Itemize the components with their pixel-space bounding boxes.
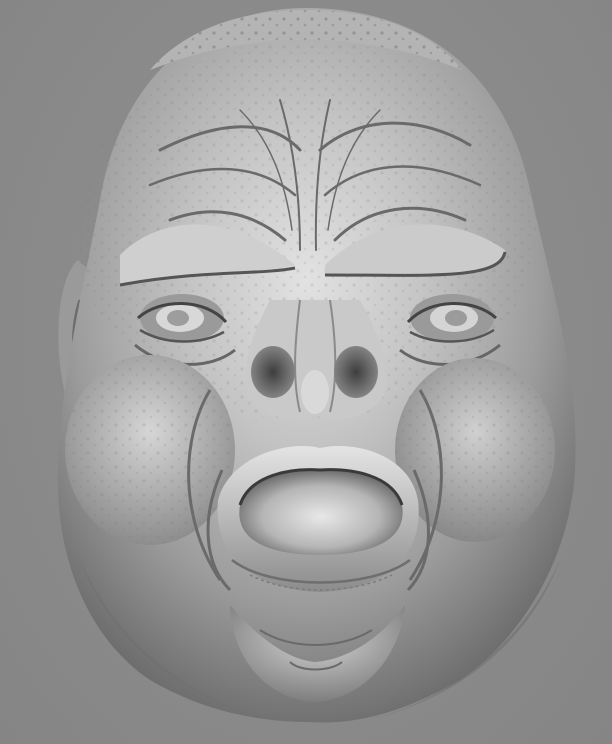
nose (245, 299, 387, 420)
right-nostril (334, 346, 378, 398)
3d-viewport[interactable] (0, 0, 612, 744)
sculpt-model-render[interactable] (0, 0, 612, 744)
left-nostril (251, 346, 295, 398)
mouth-cavity (239, 469, 403, 555)
